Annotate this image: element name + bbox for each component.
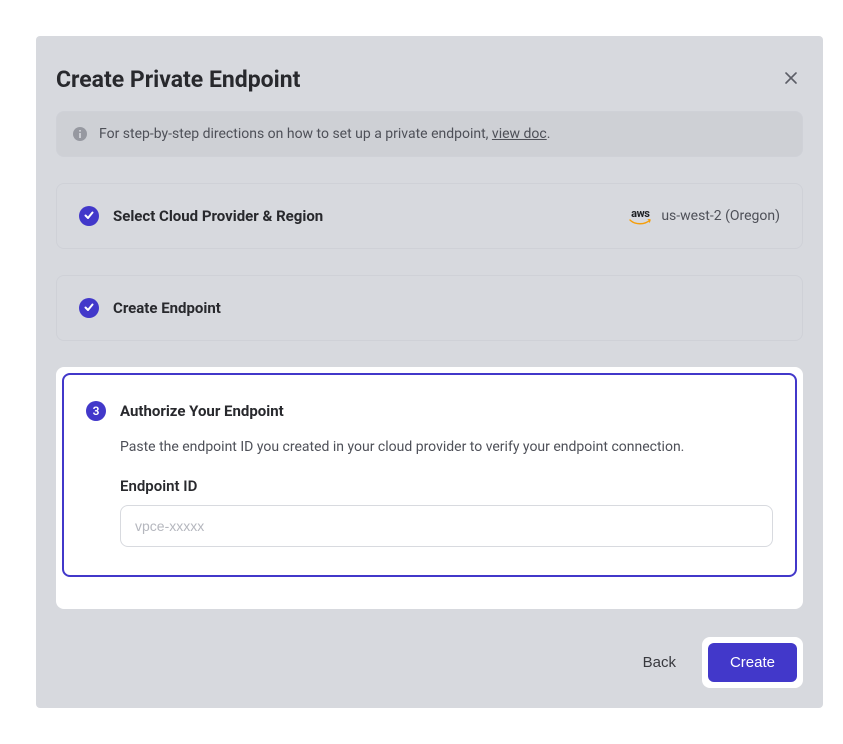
create-button-wrap: Create	[702, 637, 803, 688]
endpoint-id-label: Endpoint ID	[120, 477, 773, 495]
modal-footer: Back Create	[56, 635, 803, 688]
region-text: us-west-2 (Oregon)	[661, 208, 780, 224]
step-meta: aws us-west-2 (Oregon)	[629, 208, 780, 225]
step-create-endpoint[interactable]: Create Endpoint	[56, 275, 803, 341]
check-icon	[83, 209, 95, 224]
step-header: Select Cloud Provider & Region aws us-we…	[79, 206, 780, 226]
active-step-wrap: 3 Authorize Your Endpoint Paste the endp…	[56, 367, 803, 609]
create-button[interactable]: Create	[708, 643, 797, 682]
step-header: 3 Authorize Your Endpoint	[86, 401, 773, 421]
close-icon	[784, 71, 798, 88]
aws-icon: aws	[629, 208, 651, 225]
info-text: For step-by-step directions on how to se…	[99, 126, 550, 142]
step-title: Create Endpoint	[113, 299, 780, 317]
step-authorize-endpoint: 3 Authorize Your Endpoint Paste the endp…	[62, 373, 797, 577]
info-text-prefix: For step-by-step directions on how to se…	[99, 126, 492, 142]
back-button[interactable]: Back	[643, 654, 676, 671]
step-header: Create Endpoint	[79, 298, 780, 318]
step-complete-badge	[79, 206, 99, 226]
step-provider-region[interactable]: Select Cloud Provider & Region aws us-we…	[56, 183, 803, 249]
info-banner: For step-by-step directions on how to se…	[56, 111, 803, 157]
endpoint-id-input[interactable]	[120, 505, 773, 547]
info-text-suffix: .	[547, 126, 551, 142]
modal-title: Create Private Endpoint	[56, 66, 300, 93]
step-title: Authorize Your Endpoint	[120, 402, 773, 420]
step-complete-badge	[79, 298, 99, 318]
modal-header: Create Private Endpoint	[56, 56, 803, 111]
step-title: Select Cloud Provider & Region	[113, 207, 615, 225]
check-icon	[83, 301, 95, 316]
step-description: Paste the endpoint ID you created in you…	[120, 439, 773, 455]
view-doc-link[interactable]: view doc	[492, 126, 547, 142]
close-button[interactable]	[779, 68, 803, 92]
info-icon	[73, 127, 87, 141]
step-number-badge: 3	[86, 401, 106, 421]
create-private-endpoint-modal: Create Private Endpoint For step-by-step…	[36, 36, 823, 708]
step-body: Paste the endpoint ID you created in you…	[86, 421, 773, 547]
